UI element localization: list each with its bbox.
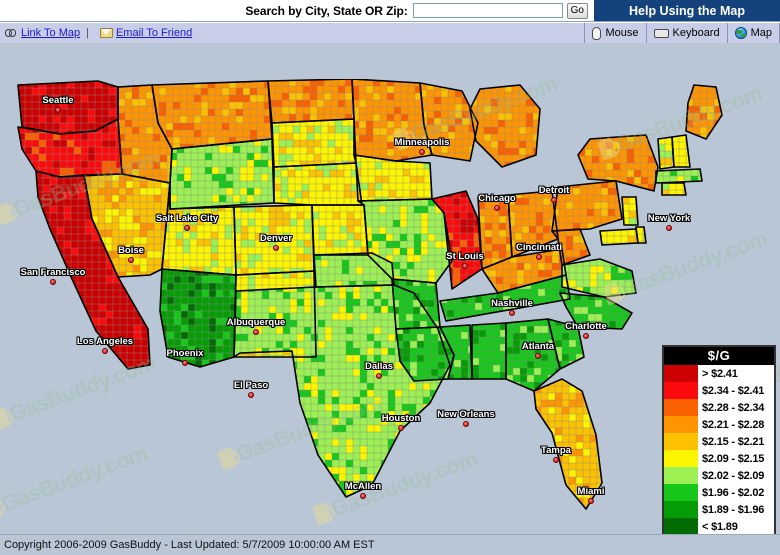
link-to-map-label: Link To Map [21, 27, 80, 39]
legend-label: $2.34 - $2.41 [698, 382, 774, 399]
legend-label: $2.15 - $2.21 [698, 433, 774, 450]
link-separator: | [86, 27, 89, 39]
tab-keyboard-label: Keyboard [673, 27, 720, 39]
legend-row: $2.02 - $2.09 [664, 467, 774, 484]
legend-color-swatch [664, 399, 698, 416]
legend-color-swatch [664, 467, 698, 484]
legend-row: > $2.41 [664, 365, 774, 382]
legend-row: $1.89 - $1.96 [664, 501, 774, 518]
search-label: Search by City, State OR Zip: [245, 4, 407, 18]
link-to-map-link[interactable]: Link To Map [5, 27, 80, 39]
tab-map[interactable]: Map [727, 23, 780, 43]
legend-label: $1.89 - $1.96 [698, 501, 774, 518]
legend-row: $2.21 - $2.28 [664, 416, 774, 433]
legend-color-swatch [664, 518, 698, 534]
legend-color-swatch [664, 450, 698, 467]
legend-label: > $2.41 [698, 365, 774, 382]
tab-mouse-label: Mouse [605, 27, 638, 39]
legend-row: $2.15 - $2.21 [664, 433, 774, 450]
state-fl [534, 379, 604, 512]
state-az [160, 269, 237, 367]
search-bar: Search by City, State OR Zip: Go Help Us… [0, 0, 780, 22]
gas-price-map-app: Search by City, State OR Zip: Go Help Us… [0, 0, 780, 554]
legend-label: $1.96 - $2.02 [698, 484, 774, 501]
tab-mouse[interactable]: Mouse [584, 23, 645, 43]
state-wy [170, 139, 275, 209]
tab-map-label: Map [751, 27, 772, 39]
state-ne [274, 163, 365, 205]
legend-row: $2.28 - $2.34 [664, 399, 774, 416]
legend-label: $2.02 - $2.09 [698, 467, 774, 484]
state-al [472, 323, 507, 379]
legend-color-swatch [664, 501, 698, 518]
map-canvas[interactable]: GasBuddy.com GasBuddy.com GasBuddy.com G… [0, 79, 780, 534]
email-to-friend-link[interactable]: Email To Friend [100, 27, 192, 39]
legend-label: < $1.89 [698, 518, 774, 534]
zoom-toolbar: Zoom Out Zoom In ↑ ← ↓ → Prices by Count… [0, 43, 780, 79]
link-toolbar: Link To Map | Email To Friend Mouse Keyb… [0, 22, 780, 44]
legend-header: $/G [664, 347, 774, 365]
legend-color-swatch [664, 433, 698, 450]
legend-row: $2.34 - $2.41 [664, 382, 774, 399]
legend-rows: > $2.41$2.34 - $2.41$2.28 - $2.34$2.21 -… [664, 365, 774, 534]
globe-icon [735, 27, 747, 39]
legend-label: $2.09 - $2.15 [698, 450, 774, 467]
legend-row: $1.96 - $2.02 [664, 484, 774, 501]
mouse-icon [592, 27, 601, 40]
go-button[interactable]: Go [567, 3, 588, 19]
help-using-the-map-button[interactable]: Help Using the Map [594, 0, 780, 21]
legend-color-swatch [664, 484, 698, 501]
keyboard-icon [654, 29, 669, 38]
footer-bar: Copyright 2006-2009 GasBuddy - Last Upda… [0, 534, 780, 555]
envelope-icon [100, 28, 113, 38]
state-sd [272, 119, 356, 168]
legend-color-swatch [664, 365, 698, 382]
legend-color-swatch [664, 382, 698, 399]
legend-label: $2.28 - $2.34 [698, 399, 774, 416]
legend-row: $2.09 - $2.15 [664, 450, 774, 467]
state-shapes [18, 79, 728, 512]
chain-link-icon [5, 29, 18, 38]
search-input[interactable] [413, 3, 563, 18]
state-co [234, 205, 318, 275]
price-legend: $/G > $2.41$2.34 - $2.41$2.28 - $2.34$2.… [662, 345, 776, 534]
legend-row: < $1.89 [664, 518, 774, 534]
legend-color-swatch [664, 416, 698, 433]
tab-keyboard[interactable]: Keyboard [646, 23, 727, 43]
state-nj [622, 197, 643, 225]
state-de [636, 227, 650, 248]
copyright-text: Copyright 2006-2009 GasBuddy - Last Upda… [4, 539, 375, 551]
legend-label: $2.21 - $2.28 [698, 416, 774, 433]
email-to-friend-label: Email To Friend [116, 27, 192, 39]
